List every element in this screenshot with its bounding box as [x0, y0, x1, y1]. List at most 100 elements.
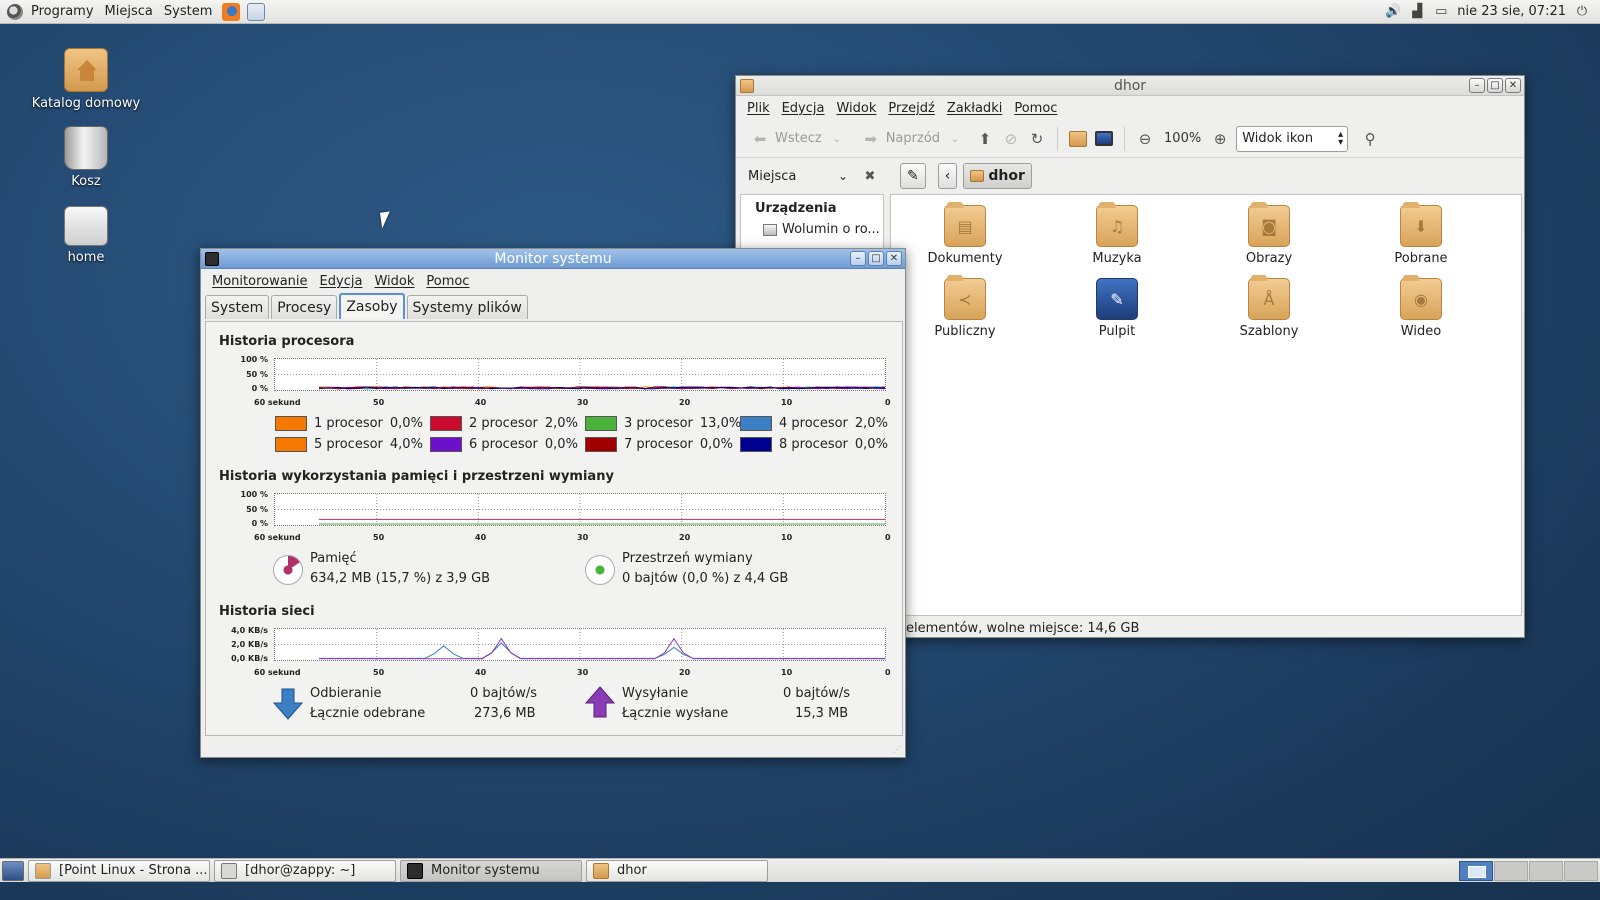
cpu-legend-item[interactable]: 6 procesor 0,0%	[430, 437, 578, 452]
menu-pomoc[interactable]: Pomoc	[1009, 101, 1062, 116]
folder-item[interactable]: ≺ Publiczny	[895, 275, 1035, 339]
path-back-button[interactable]: ‹	[937, 163, 958, 189]
edit-location-button[interactable]: ✎	[900, 163, 926, 189]
folder-item[interactable]: ▤ Dokumenty	[895, 202, 1035, 266]
cpu-legend-item[interactable]: 5 procesor 4,0%	[275, 437, 423, 452]
menu-system[interactable]: System	[161, 4, 215, 19]
document-launcher-icon[interactable]	[247, 2, 266, 21]
cpu-color-swatch[interactable]	[585, 437, 617, 452]
power-icon[interactable]: ⏻	[1574, 4, 1590, 19]
up-arrow-icon[interactable]: ⬆	[975, 129, 995, 149]
minimize-button[interactable]: –	[850, 251, 866, 266]
memory-pie-icon[interactable]	[273, 555, 303, 585]
tab-zasoby[interactable]: Zasoby	[339, 293, 405, 319]
cpu-legend-item[interactable]: 2 procesor 2,0%	[430, 416, 578, 431]
cpu-color-swatch[interactable]	[740, 416, 772, 431]
menu-edycja[interactable]: Edycja	[315, 274, 368, 289]
upload-arrow-icon[interactable]	[585, 686, 615, 718]
zoom-level: 100%	[1164, 131, 1202, 146]
file-manager-titlebar[interactable]: dhor – □ ✕	[736, 76, 1524, 96]
network-x-tick: 30	[577, 668, 589, 677]
workspace-3[interactable]	[1529, 860, 1563, 881]
tab-system[interactable]: System	[205, 295, 270, 319]
folder-icon	[593, 862, 609, 879]
close-button[interactable]: ✕	[1505, 78, 1521, 93]
download-arrow-icon[interactable]	[273, 688, 303, 720]
taskbar-item[interactable]: [dhor@zappy: ~]	[214, 859, 396, 882]
path-segment-current[interactable]: dhor	[963, 163, 1032, 189]
workspace-1[interactable]	[1459, 860, 1493, 881]
workspace-4[interactable]	[1564, 860, 1598, 881]
menu-zakladki[interactable]: Zakładki	[942, 101, 1007, 116]
maximize-button[interactable]: □	[1487, 78, 1503, 93]
sidebar-mode-select[interactable]: Miejsca ⌄	[748, 169, 848, 184]
clock[interactable]: nie 23 sie, 07:21	[1457, 4, 1566, 19]
search-icon[interactable]: ⚲	[1360, 129, 1380, 149]
distro-logo-icon[interactable]	[7, 3, 23, 20]
folder-item[interactable]: ⬇ Pobrane	[1351, 202, 1491, 266]
cpu-legend-item[interactable]: 8 procesor 0,0%	[740, 437, 888, 452]
cpu-color-swatch[interactable]	[430, 416, 462, 431]
cpu-color-swatch[interactable]	[275, 416, 307, 431]
taskbar-item[interactable]: dhor	[586, 859, 768, 882]
desktop-folder-icon: ✎	[1096, 278, 1138, 320]
close-button[interactable]: ✕	[886, 251, 902, 266]
taskbar-item[interactable]: [Point Linux - Strona ...	[28, 859, 210, 882]
tab-systemy-plikow[interactable]: Systemy plików	[406, 295, 528, 319]
sidebar-item-volume[interactable]: Wolumin o ro...	[763, 222, 883, 237]
minimize-button[interactable]: –	[1469, 78, 1485, 93]
cpu-label: 7 procesor	[624, 437, 693, 452]
music-folder-icon: ♫	[1096, 202, 1138, 247]
menu-edycja[interactable]: Edycja	[777, 101, 830, 116]
back-button[interactable]: ⬅ Wstecz ⌄	[746, 126, 851, 152]
cpu-color-swatch[interactable]	[430, 437, 462, 452]
menu-programy[interactable]: Programy	[28, 4, 97, 19]
desktop-icon-trash[interactable]: Kosz	[21, 126, 151, 189]
home-icon[interactable]	[1068, 129, 1088, 149]
view-mode-select[interactable]: Widok ikon ▴ ▾	[1236, 125, 1349, 152]
close-sidebar-icon[interactable]: ✖	[860, 166, 880, 186]
menu-widok[interactable]: Widok	[369, 274, 419, 289]
firefox-launcher-icon[interactable]	[222, 2, 241, 21]
downloads-folder-icon: ⬇	[1400, 202, 1442, 247]
cpu-color-swatch[interactable]	[585, 416, 617, 431]
battery-icon[interactable]: ▭	[1433, 4, 1449, 19]
cpu-legend-item[interactable]: 7 procesor 0,0%	[585, 437, 733, 452]
workspace-2[interactable]	[1494, 860, 1528, 881]
computer-icon[interactable]	[1094, 129, 1114, 149]
folder-item[interactable]: Å Szablony	[1199, 275, 1339, 339]
folder-item[interactable]: ♫ Muzyka	[1047, 202, 1187, 266]
tab-procesy[interactable]: Procesy	[271, 295, 338, 319]
stop-icon[interactable]: ⊘	[1001, 129, 1021, 149]
folder-item[interactable]: ◉ Wideo	[1351, 275, 1491, 339]
volume-icon[interactable]: 🔊	[1385, 4, 1401, 19]
cpu-legend-item[interactable]: 4 procesor 2,0%	[740, 416, 888, 431]
network-signal-icon[interactable]: ▟	[1409, 4, 1425, 19]
cpu-color-swatch[interactable]	[275, 437, 307, 452]
menu-monitorowanie[interactable]: Monitorowanie	[207, 274, 313, 289]
folder-item[interactable]: ✎ Pulpit	[1047, 278, 1187, 339]
menu-plik[interactable]: Plik	[742, 101, 775, 116]
zoom-in-icon[interactable]: ⊕	[1210, 129, 1230, 149]
resize-grip-icon[interactable]: ⋰	[893, 745, 903, 755]
cpu-legend-item[interactable]: 3 procesor 13,0%	[585, 416, 741, 431]
menu-miejsca[interactable]: Miejsca	[102, 4, 156, 19]
memory-y-tick: 50 %	[246, 505, 268, 514]
show-desktop-icon[interactable]	[2, 860, 24, 881]
cpu-color-swatch[interactable]	[740, 437, 772, 452]
desktop-icon-home[interactable]: Katalog domowy	[21, 48, 151, 111]
zoom-out-icon[interactable]: ⊖	[1135, 129, 1155, 149]
reload-icon[interactable]: ↻	[1027, 129, 1047, 149]
maximize-button[interactable]: □	[868, 251, 884, 266]
system-monitor-titlebar[interactable]: Monitor systemu – □ ✕	[201, 249, 905, 269]
folder-item[interactable]: ◙ Obrazy	[1199, 202, 1339, 266]
swap-pie-icon[interactable]	[585, 555, 615, 585]
menu-przejdz[interactable]: Przejdź	[883, 101, 939, 116]
forward-button[interactable]: ➡ Naprzód ⌄	[857, 126, 969, 152]
cpu-legend-item[interactable]: 1 procesor 0,0%	[275, 416, 423, 431]
received-total: 273,6 MB	[474, 706, 536, 721]
menu-widok[interactable]: Widok	[831, 101, 881, 116]
taskbar-item[interactable]: Monitor systemu	[400, 859, 582, 882]
desktop-icon-drive[interactable]: home	[21, 206, 151, 265]
menu-pomoc[interactable]: Pomoc	[421, 274, 474, 289]
